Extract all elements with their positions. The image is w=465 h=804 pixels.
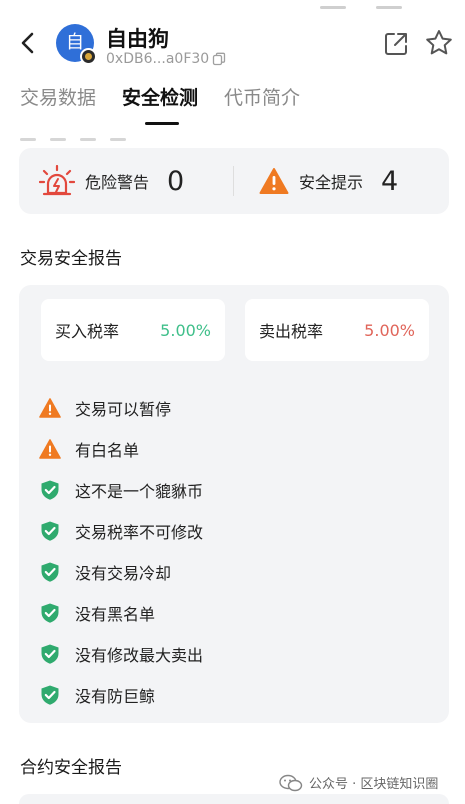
safety-tip-summary[interactable]: 安全提示 4 <box>259 148 398 214</box>
warning-triangle-icon <box>39 397 61 419</box>
buy-tax-label: 买入税率 <box>55 322 120 341</box>
share-button[interactable] <box>382 30 410 58</box>
tab-trade-data[interactable]: 交易数据 <box>20 83 96 127</box>
tab-token-intro[interactable]: 代币简介 <box>224 83 300 127</box>
buy-tax-box: 买入税率 5.00% <box>41 299 225 361</box>
trade-report-title: 交易安全报告 <box>20 249 122 269</box>
token-avatar: 自 <box>56 24 97 65</box>
tab-label: 交易数据 <box>20 87 97 109</box>
tab-label: 代币简介 <box>224 87 301 109</box>
contract-report-title: 合约安全报告 <box>20 758 122 778</box>
check-item-text: 交易可以暂停 <box>75 399 172 419</box>
token-detail-page: 自 自由狗 0xDB6...a0F30 交易数据 安全检测 代币简介 危险警告 … <box>0 0 465 804</box>
safety-tip-count: 4 <box>381 165 399 197</box>
security-check-list: 交易可以暂停 有白名单这不是一个貔貅币 交易税率不可修改 没有交易冷却 没有黑名单没有修… <box>39 387 429 715</box>
scrolled-content-fragment <box>20 126 160 141</box>
check-item-text: 没有黑名单 <box>75 604 156 624</box>
back-button[interactable] <box>14 28 42 58</box>
check-item-text: 这不是一个貔貅币 <box>75 481 204 501</box>
risk-summary-card: 危险警告 0 安全提示 4 <box>19 148 449 214</box>
danger-warning-count: 0 <box>167 165 185 197</box>
check-item: 没有修改最大卖出 <box>39 633 429 674</box>
check-item: 没有防巨鲸 <box>39 674 429 715</box>
check-item: 没有交易冷却 <box>39 551 429 592</box>
watermark: 公众号 · 区块链知识圈 <box>279 773 438 792</box>
sell-tax-box: 卖出税率 5.00% <box>245 299 429 361</box>
contract-report-card <box>19 794 449 804</box>
warning-triangle-icon <box>39 438 61 460</box>
check-item-text: 有白名单 <box>75 440 140 460</box>
check-item: 交易可以暂停 <box>39 387 429 428</box>
sell-tax-value: 5.00% <box>364 320 415 340</box>
wechat-icon <box>279 774 303 791</box>
header: 自 自由狗 0xDB6...a0F30 <box>0 14 465 74</box>
favorite-button[interactable] <box>424 28 454 58</box>
safety-tip-label: 安全提示 <box>299 173 364 192</box>
shield-check-icon <box>39 520 61 542</box>
summary-divider <box>233 166 234 196</box>
tab-security-check[interactable]: 安全检测 <box>122 83 198 127</box>
danger-warning-summary[interactable]: 危险警告 0 <box>39 148 184 214</box>
shield-check-icon <box>39 684 61 706</box>
status-bar-fragment <box>320 0 440 9</box>
token-name: 自由狗 <box>106 27 169 51</box>
shield-check-icon <box>39 602 61 624</box>
shield-check-icon <box>39 479 61 501</box>
warning-triangle-icon <box>259 168 289 194</box>
watermark-text: 公众号 · 区块链知识圈 <box>309 777 439 792</box>
check-item: 没有黑名单 <box>39 592 429 633</box>
check-item: 这不是一个貔貅币 <box>39 469 429 510</box>
sell-tax-label: 卖出税率 <box>259 322 324 341</box>
shield-check-icon <box>39 643 61 665</box>
trade-report-card: 买入税率 5.00% 卖出税率 5.00% 交易可以暂停 有白名单这不是一个貔貅币… <box>19 285 449 723</box>
token-address-text: 0xDB6...a0F30 <box>106 51 210 67</box>
copy-icon[interactable] <box>212 52 226 66</box>
chain-badge-icon <box>80 48 97 65</box>
buy-tax-value: 5.00% <box>160 320 211 340</box>
check-item-text: 没有修改最大卖出 <box>75 645 204 665</box>
check-item: 交易税率不可修改 <box>39 510 429 551</box>
check-item-text: 交易税率不可修改 <box>75 522 204 542</box>
star-icon <box>426 30 452 55</box>
danger-warning-label: 危险警告 <box>85 173 150 192</box>
token-address[interactable]: 0xDB6...a0F30 <box>106 51 226 67</box>
chevron-left-icon <box>21 32 34 54</box>
tab-bar: 交易数据 安全检测 代币简介 <box>20 83 326 127</box>
check-item-text: 没有交易冷却 <box>75 563 172 583</box>
check-item: 有白名单 <box>39 428 429 469</box>
check-item-text: 没有防巨鲸 <box>75 686 156 706</box>
active-tab-indicator <box>145 122 180 125</box>
tab-label: 安全检测 <box>122 87 199 109</box>
shield-check-icon <box>39 561 61 583</box>
alarm-siren-icon <box>39 165 75 196</box>
share-icon <box>385 33 407 55</box>
